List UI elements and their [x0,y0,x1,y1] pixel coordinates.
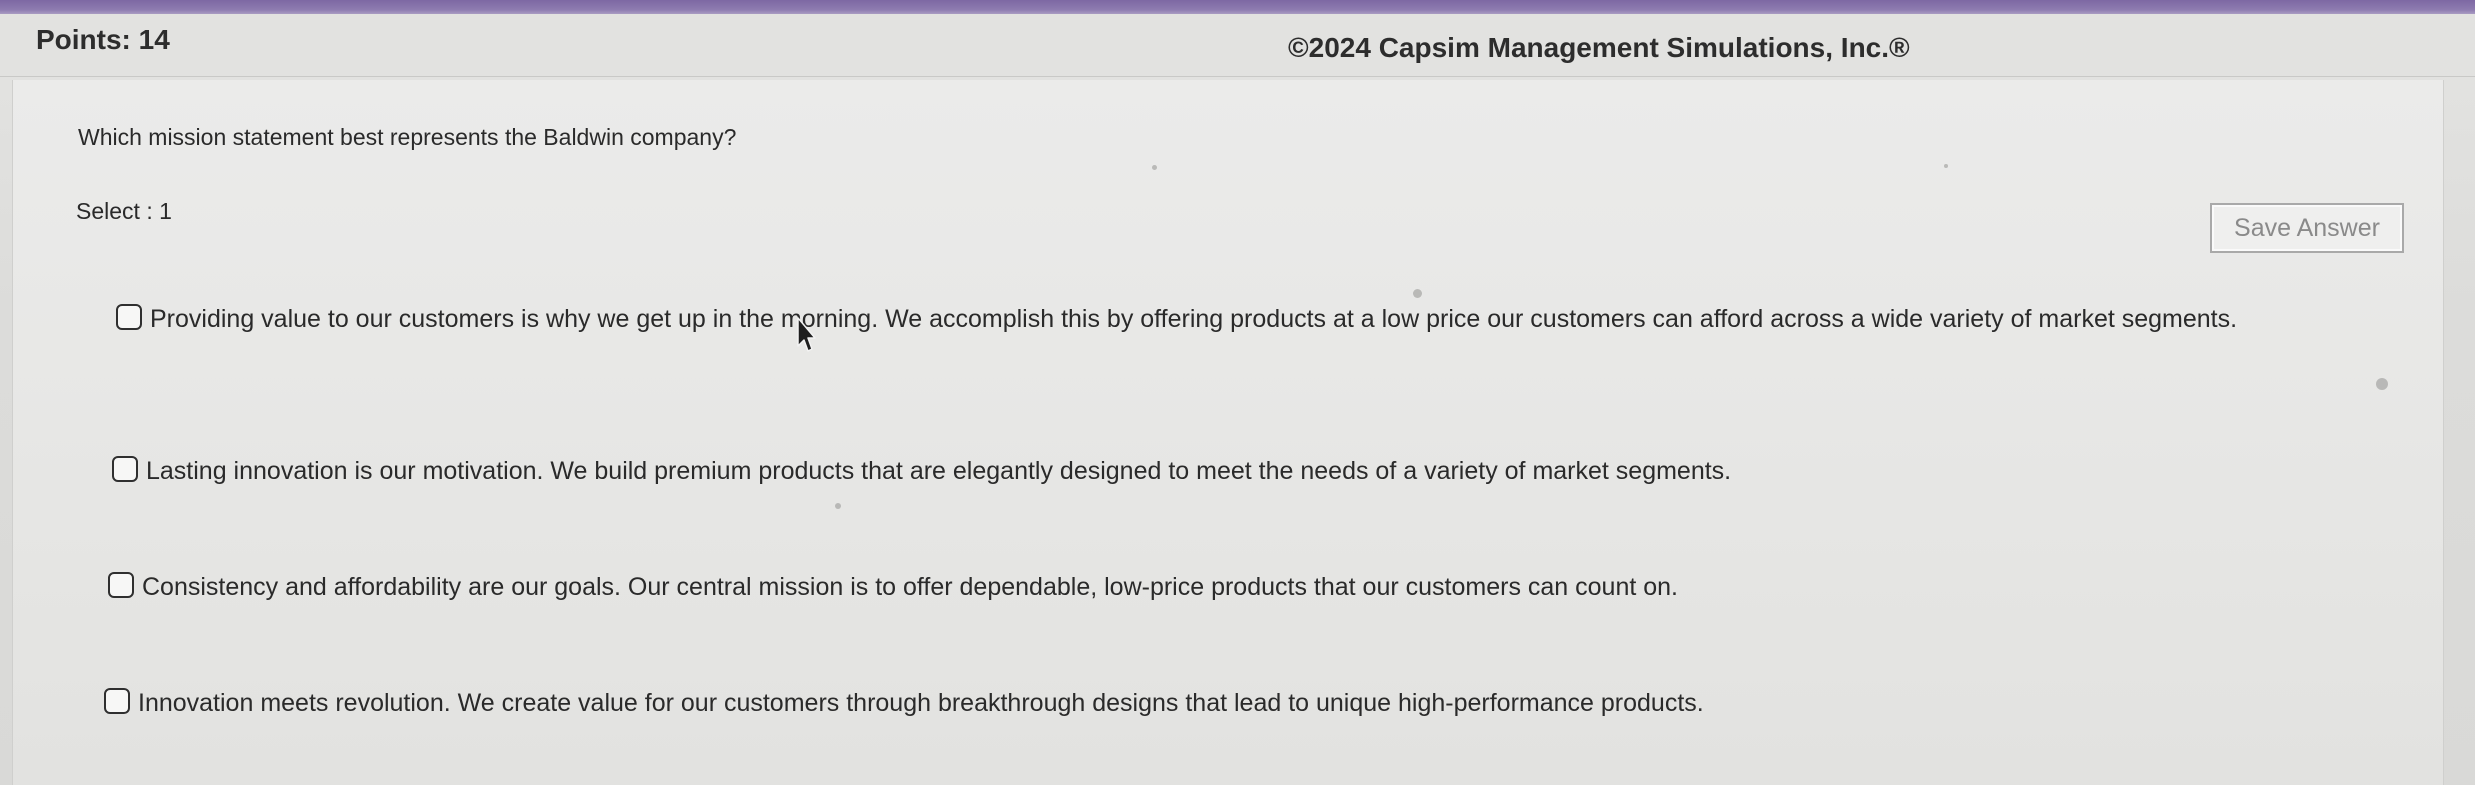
screen-speck [2376,378,2388,390]
checkbox-icon[interactable] [116,304,142,330]
header-bar [0,14,2475,77]
answer-option-2-text: Lasting innovation is our motivation. We… [146,457,1732,485]
answer-option-2[interactable]: Lasting innovation is our motivation. We… [112,452,1731,490]
screen: Points: 14 ©2024 Capsim Management Simul… [0,0,2475,785]
question-text: Which mission statement best represents … [78,124,737,150]
points-label: Points: 14 [36,24,170,55]
answer-option-4-text: Innovation meets revolution. We create v… [138,689,1704,717]
answer-option-1-text: Providing value to our customers is why … [150,305,2238,333]
save-answer-button[interactable]: Save Answer [2210,203,2404,253]
copyright-notice: ©2024 Capsim Management Simulations, Inc… [1288,32,1910,63]
checkbox-icon[interactable] [112,456,138,482]
checkbox-icon[interactable] [104,688,130,714]
screen-speck [1413,289,1422,298]
question-panel [12,80,2444,785]
screen-speck [1152,165,1157,170]
answer-option-1[interactable]: Providing value to our customers is why … [116,300,2296,338]
browser-top-strip [0,0,2475,14]
screen-speck [1944,164,1948,168]
answer-option-3[interactable]: Consistency and affordability are our go… [108,568,1678,606]
answer-option-3-text: Consistency and affordability are our go… [142,573,1678,601]
answer-option-4[interactable]: Innovation meets revolution. We create v… [104,684,1704,722]
screen-speck [835,503,841,509]
mouse-pointer-icon [797,317,816,352]
select-count-label: Select : 1 [76,198,172,224]
checkbox-icon[interactable] [108,572,134,598]
